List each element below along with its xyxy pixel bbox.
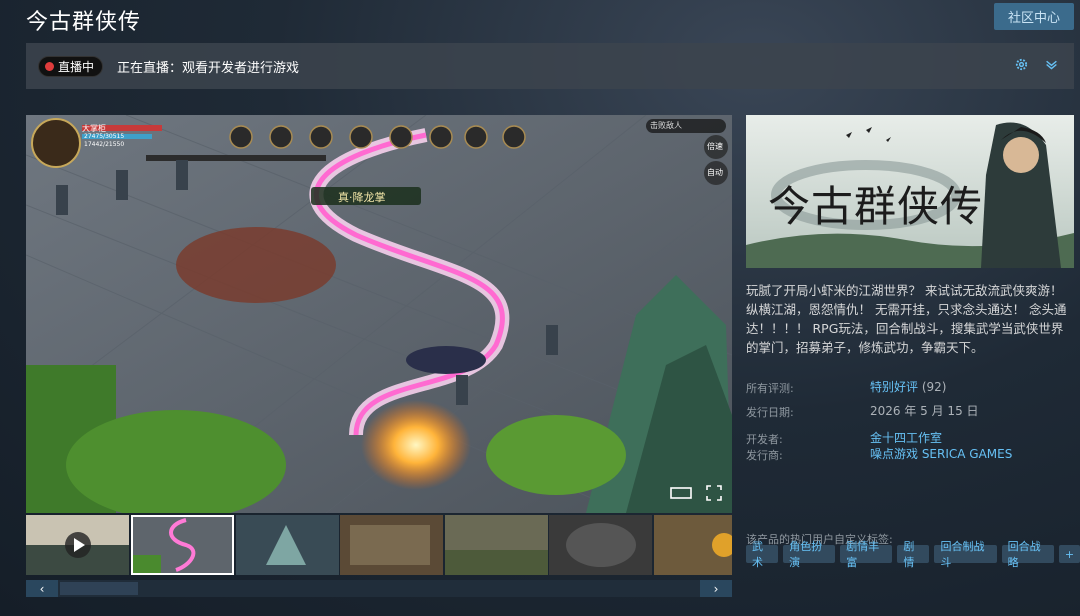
scrollbar-thumb[interactable] (60, 582, 138, 595)
developer-link[interactable]: 金十四工作室 (870, 429, 942, 446)
tag-item[interactable]: 回合战略 (1001, 540, 1054, 569)
thumbnail-video[interactable] (26, 515, 129, 575)
page-title: 今古群侠传 (26, 10, 142, 35)
battle-goal-label: 击败敌人 (650, 121, 682, 130)
game-description: 玩腻了开局小虾米的江湖世界？ 来试试无敌流武侠爽游！ 纵横江湖，恩怨情仇！ 无需… (746, 283, 1067, 355)
hud-mp: 17442/21550 (84, 141, 125, 148)
publisher-link[interactable]: 噪点游戏 SERICA GAMES (870, 445, 1012, 462)
live-status-text: 正在直播：观看开发者进行游戏 (117, 60, 300, 76)
developer-label: 开发者: (746, 433, 783, 446)
live-dot-icon (45, 61, 54, 71)
skill-label: 真·降龙掌 (338, 191, 386, 204)
chevron-down-icon[interactable] (1042, 55, 1060, 73)
live-badge-label: 直播中 (58, 59, 95, 74)
tag-item[interactable]: 回合制战斗 (934, 540, 997, 569)
tag-more-button[interactable]: + (1058, 545, 1080, 563)
tag-list: 武术 角色扮演 剧情丰富 剧情 回合制战斗 回合战略 + (746, 540, 1080, 569)
thumbnail-strip (26, 515, 732, 577)
community-hub-button[interactable]: 社区中心 (994, 3, 1074, 30)
hud-hp: 27475/30515 (84, 133, 125, 140)
speed-button: 倍速 (707, 142, 723, 151)
tag-item[interactable]: 武术 (746, 540, 779, 569)
release-date: 2026 年 5 月 15 日 (870, 404, 979, 418)
thumbnail-3[interactable] (236, 515, 339, 575)
header-capsule-image: 今古群侠传 (746, 115, 1074, 268)
thumbnail-7[interactable] (654, 515, 732, 575)
thumbnail-5[interactable] (445, 515, 548, 575)
scroll-right-button[interactable]: › (700, 580, 732, 597)
live-badge: 直播中 (38, 55, 104, 77)
main-screenshot[interactable]: 大掌柜 27475/30515 17442/21550 真·降龙掌 击败敌人 倍… (26, 115, 732, 513)
release-label: 发行日期: (746, 406, 794, 419)
tag-item[interactable]: 剧情 (897, 540, 930, 569)
widescreen-icon[interactable] (670, 485, 692, 505)
thumbnail-6[interactable] (549, 515, 652, 575)
publisher-label: 发行商: (746, 449, 783, 462)
tag-item[interactable]: 剧情丰富 (840, 540, 893, 569)
scroll-left-button[interactable]: ‹ (26, 580, 58, 597)
auto-button: 自动 (707, 168, 723, 177)
thumbnail-4[interactable] (340, 515, 443, 575)
reviews-count: (92) (921, 380, 947, 394)
live-broadcast-bar[interactable]: 直播中 正在直播：观看开发者进行游戏 (26, 43, 1074, 89)
capsule-logo-text: 今古群侠传 (768, 182, 984, 231)
tag-item[interactable]: 角色扮演 (783, 540, 836, 569)
gear-icon[interactable] (1012, 55, 1030, 73)
reviews-value[interactable]: 特别好评 (92) (870, 378, 946, 395)
reviews-label: 所有评测: (746, 382, 794, 395)
thumbnail-scrollbar[interactable]: ‹ › (26, 580, 732, 597)
fullscreen-icon[interactable] (706, 485, 722, 505)
reviews-summary[interactable]: 特别好评 (870, 380, 918, 394)
thumbnail-selected[interactable] (131, 515, 234, 575)
